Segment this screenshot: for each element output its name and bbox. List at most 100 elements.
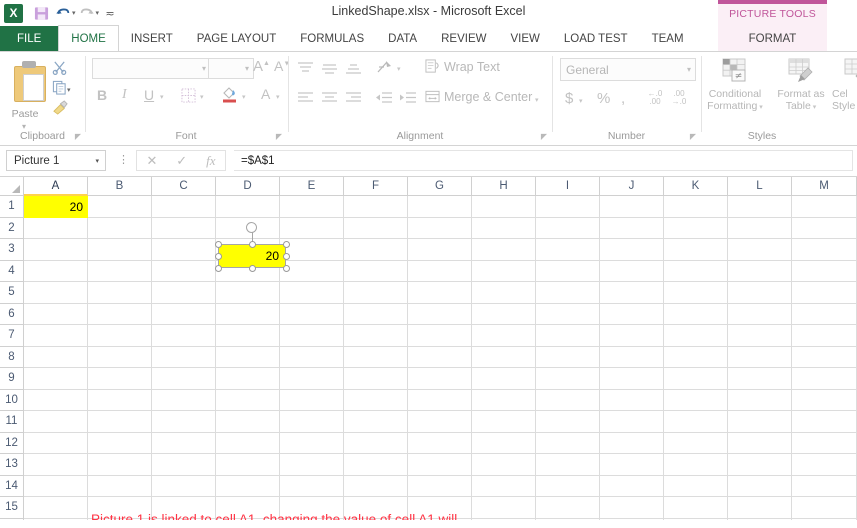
grid-cell[interactable] bbox=[792, 497, 857, 519]
grid-cell[interactable] bbox=[216, 282, 280, 304]
grid-cell[interactable] bbox=[88, 260, 152, 282]
grid-cell[interactable] bbox=[536, 454, 600, 476]
cell-styles-icon[interactable] bbox=[842, 57, 857, 85]
bold-button[interactable]: B bbox=[97, 87, 107, 103]
grid-cell[interactable] bbox=[792, 217, 857, 239]
grid-cell[interactable] bbox=[664, 368, 728, 390]
italic-button[interactable]: I bbox=[122, 87, 127, 103]
cell-A1[interactable]: 20 bbox=[24, 196, 88, 218]
grid-cell[interactable] bbox=[728, 389, 792, 411]
row-header-8[interactable]: 8 bbox=[0, 346, 24, 368]
format-painter-icon[interactable] bbox=[52, 100, 69, 118]
grid-cell[interactable] bbox=[88, 475, 152, 497]
underline-dropdown-icon[interactable]: ▾ bbox=[160, 93, 164, 101]
grid-cell[interactable] bbox=[600, 368, 664, 390]
grid-cell[interactable] bbox=[664, 282, 728, 304]
align-middle-icon[interactable] bbox=[320, 60, 338, 74]
grid-cell[interactable] bbox=[536, 368, 600, 390]
grid-cell[interactable] bbox=[24, 497, 88, 519]
cell-styles-label[interactable]: Cel Style bbox=[832, 88, 857, 112]
grid-cell[interactable] bbox=[536, 497, 600, 519]
grid-cell[interactable] bbox=[664, 217, 728, 239]
grid-cell[interactable] bbox=[600, 282, 664, 304]
col-header-L[interactable]: L bbox=[728, 177, 792, 196]
grid-cell[interactable] bbox=[600, 303, 664, 325]
grid-cell[interactable] bbox=[600, 432, 664, 454]
grid-cell[interactable] bbox=[24, 346, 88, 368]
confirm-icon[interactable]: ✓ bbox=[176, 153, 187, 169]
grid-cell[interactable] bbox=[216, 196, 280, 218]
grid-cell[interactable] bbox=[664, 497, 728, 519]
grid-cell[interactable] bbox=[472, 282, 536, 304]
grid-cell[interactable] bbox=[792, 518, 857, 520]
grid-cell[interactable] bbox=[280, 475, 344, 497]
row-header-9[interactable]: 9 bbox=[0, 368, 24, 390]
wrap-text-label[interactable]: Wrap Text bbox=[444, 60, 500, 74]
row-header-11[interactable]: 11 bbox=[0, 411, 24, 433]
grid-cell[interactable] bbox=[536, 260, 600, 282]
grid-cell[interactable] bbox=[408, 432, 472, 454]
grid-cell[interactable] bbox=[472, 475, 536, 497]
grid-cell[interactable] bbox=[728, 518, 792, 520]
shape-handle-n[interactable] bbox=[248, 240, 256, 248]
scissors-icon[interactable] bbox=[52, 60, 67, 78]
grid-cell[interactable] bbox=[408, 346, 472, 368]
col-header-G[interactable]: G bbox=[408, 177, 472, 196]
col-header-E[interactable]: E bbox=[280, 177, 344, 196]
paste-icon[interactable] bbox=[10, 58, 50, 106]
grid-cell[interactable] bbox=[728, 196, 792, 218]
grid-cell[interactable] bbox=[88, 303, 152, 325]
grid-cell[interactable] bbox=[24, 260, 88, 282]
grid-cell[interactable] bbox=[280, 196, 344, 218]
row-header-12[interactable]: 12 bbox=[0, 432, 24, 454]
grid-cell[interactable] bbox=[728, 346, 792, 368]
grid-cell[interactable] bbox=[24, 239, 88, 261]
grid-cell[interactable] bbox=[536, 196, 600, 218]
grid-cell[interactable] bbox=[728, 239, 792, 261]
grid-cell[interactable] bbox=[664, 518, 728, 520]
grid-cell[interactable] bbox=[24, 325, 88, 347]
grid-cell[interactable] bbox=[24, 389, 88, 411]
grid-cell[interactable] bbox=[408, 303, 472, 325]
row-header-2[interactable]: 2 bbox=[0, 217, 24, 239]
tab-format[interactable]: FORMAT bbox=[718, 26, 827, 51]
grid-cell[interactable] bbox=[408, 217, 472, 239]
grid-cell[interactable] bbox=[472, 196, 536, 218]
grid-cell[interactable] bbox=[792, 454, 857, 476]
merge-center-dropdown-icon[interactable]: ▾ bbox=[535, 96, 539, 104]
grid-cell[interactable] bbox=[472, 389, 536, 411]
currency-format-button[interactable]: $ bbox=[565, 90, 573, 107]
paste-button-label[interactable]: Paste bbox=[2, 108, 48, 120]
col-header-D[interactable]: D bbox=[216, 177, 280, 196]
grid-cell[interactable] bbox=[152, 368, 216, 390]
align-right-icon[interactable] bbox=[344, 90, 362, 104]
row-header-7[interactable]: 7 bbox=[0, 325, 24, 347]
shape-handle-se[interactable] bbox=[282, 264, 290, 272]
shape-handle-nw[interactable] bbox=[214, 240, 222, 248]
grid-cell[interactable] bbox=[152, 454, 216, 476]
worksheet-grid[interactable]: A B C D E F G H I J K L M 1 2 3 4 5 6 7 … bbox=[0, 177, 857, 520]
grid-cell[interactable] bbox=[24, 518, 88, 520]
row-header-5[interactable]: 5 bbox=[0, 282, 24, 304]
grid-cell[interactable] bbox=[408, 389, 472, 411]
grid-cell[interactable] bbox=[344, 368, 408, 390]
row-header-14[interactable]: 14 bbox=[0, 475, 24, 497]
grid-cell[interactable] bbox=[536, 346, 600, 368]
grid-cell[interactable] bbox=[216, 325, 280, 347]
grid-cell[interactable] bbox=[280, 389, 344, 411]
grid-cell[interactable] bbox=[152, 303, 216, 325]
grid-cell[interactable] bbox=[472, 325, 536, 347]
grid-cell[interactable] bbox=[728, 368, 792, 390]
name-box-dropdown-icon[interactable]: ▾ bbox=[95, 157, 99, 165]
grid-cell[interactable] bbox=[600, 389, 664, 411]
grid-cell[interactable] bbox=[664, 432, 728, 454]
fill-color-icon[interactable] bbox=[221, 85, 239, 103]
grid-cell[interactable] bbox=[728, 325, 792, 347]
grid-cell[interactable] bbox=[536, 239, 600, 261]
name-box[interactable]: Picture 1 ▾ bbox=[6, 150, 106, 171]
grid-cell[interactable] bbox=[664, 260, 728, 282]
grid-cell[interactable] bbox=[88, 454, 152, 476]
grid-cell[interactable] bbox=[344, 196, 408, 218]
row-header-15[interactable]: 15 bbox=[0, 497, 24, 519]
grid-cell[interactable] bbox=[600, 196, 664, 218]
